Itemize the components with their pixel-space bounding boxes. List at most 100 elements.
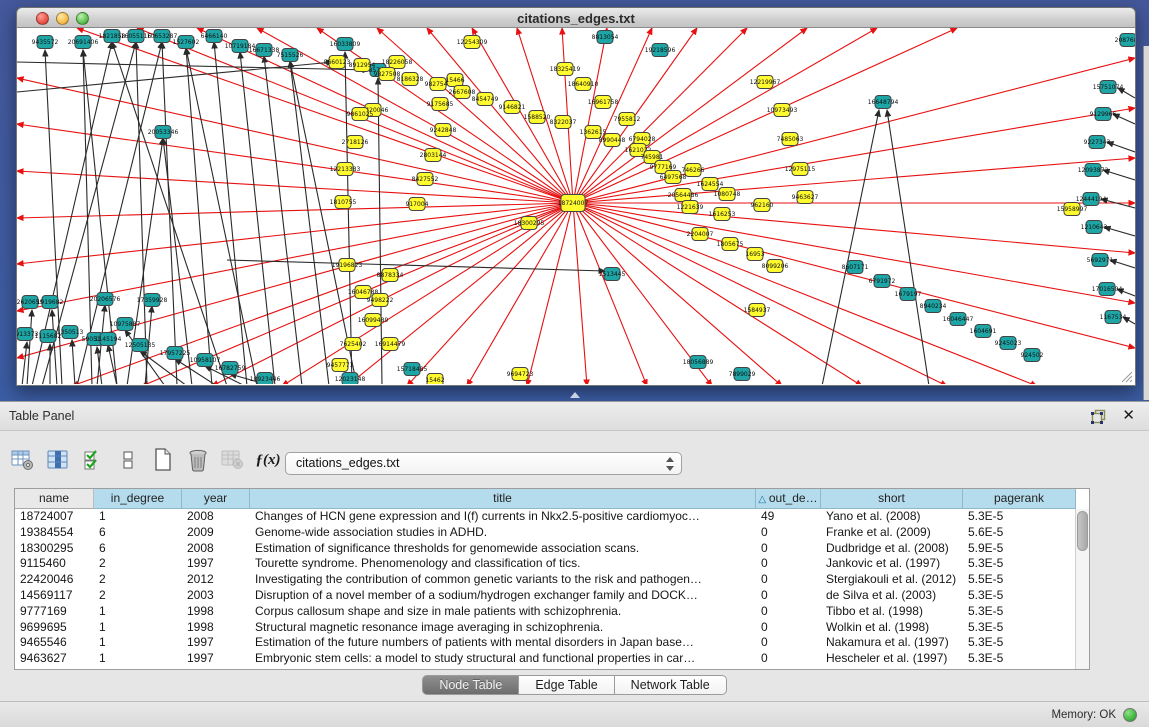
select-all-button[interactable] xyxy=(80,447,106,473)
graph-node[interactable]: 8099206 xyxy=(762,260,789,273)
graph-node[interactable]: 9227343 xyxy=(1084,136,1111,149)
panel-splitter[interactable] xyxy=(0,386,1149,401)
graph-node[interactable]: 1805675 xyxy=(717,238,744,251)
window-titlebar[interactable]: citations_edges.txt xyxy=(16,7,1136,28)
tab-node-table[interactable]: Node Table xyxy=(422,675,519,695)
graph-node[interactable]: 18640910 xyxy=(568,78,599,91)
graph-node[interactable]: 1584937 xyxy=(744,304,771,317)
tab-edge-table[interactable]: Edge Table xyxy=(519,675,614,695)
graph-node[interactable]: 8813054 xyxy=(592,31,619,44)
graph-node[interactable]: 1810755 xyxy=(330,196,357,209)
graph-node[interactable]: 8454749 xyxy=(472,93,499,106)
graph-node[interactable]: 20564486 xyxy=(668,189,699,202)
network-canvas[interactable]: 9435572206914061821858160551161065328715… xyxy=(16,28,1136,386)
table-row[interactable]: 1830029562008Estimation of significance … xyxy=(15,541,1089,557)
graph-node[interactable]: 16046447 xyxy=(943,313,974,326)
graph-node[interactable]: 20206576 xyxy=(90,293,121,306)
table-row[interactable]: 911546021997Tourette syndrome. Phenomeno… xyxy=(15,556,1089,572)
table-row[interactable]: 1456911722003Disruption of a novel membe… xyxy=(15,588,1089,604)
deselect-rows-button[interactable] xyxy=(115,447,141,473)
graph-node[interactable]: 2718126 xyxy=(342,136,369,149)
graph-node[interactable]: 2087682 xyxy=(1115,34,1135,47)
graph-node[interactable]: 9463627 xyxy=(792,191,819,204)
graph-node[interactable]: 924502 xyxy=(1021,349,1044,362)
table-scrollbar[interactable] xyxy=(1075,509,1089,669)
graph-node[interactable]: 1604691 xyxy=(970,325,997,338)
delete-row-button[interactable] xyxy=(185,447,211,473)
network-graph[interactable]: 9435572206914061821858160551161065328715… xyxy=(17,28,1135,384)
scrollbar-thumb[interactable] xyxy=(1077,511,1088,551)
close-panel-icon[interactable]: ✕ xyxy=(1122,406,1135,426)
graph-node[interactable]: 19196823 xyxy=(332,259,363,272)
graph-node[interactable]: 7899029 xyxy=(729,368,756,381)
graph-node[interactable]: 7515526 xyxy=(277,49,304,62)
column-header-short[interactable]: short xyxy=(821,489,963,509)
graph-node[interactable]: 15958997 xyxy=(1057,203,1088,216)
delete-table-button[interactable] xyxy=(220,447,246,473)
graph-node[interactable]: 17957225 xyxy=(160,347,191,360)
graph-node[interactable]: 16648794 xyxy=(868,96,899,109)
column-header-title[interactable]: title xyxy=(250,489,756,509)
float-panel-icon[interactable] xyxy=(1091,409,1107,424)
graph-node[interactable]: 17359928 xyxy=(137,294,168,307)
graph-node[interactable]: 18056889 xyxy=(683,356,714,369)
function-builder-button[interactable]: ƒ(x) xyxy=(255,447,281,473)
table-row[interactable]: 946554611997Estimation of the future num… xyxy=(15,635,1089,651)
graph-node[interactable]: 9694723 xyxy=(507,368,534,381)
graph-node[interactable]: 20053346 xyxy=(148,126,179,139)
window-resize-grip[interactable] xyxy=(1120,370,1133,383)
graph-node[interactable]: 9129966 xyxy=(1090,108,1117,121)
graph-node[interactable]: 8940234 xyxy=(920,300,947,313)
graph-node[interactable]: 1210643 xyxy=(1081,221,1108,234)
show-columns-button[interactable] xyxy=(45,447,71,473)
graph-node[interactable]: 12213383 xyxy=(330,163,361,176)
graph-node[interactable]: 16961758 xyxy=(588,96,619,109)
graph-node[interactable]: 1679197 xyxy=(895,288,922,301)
graph-node[interactable]: 1616253 xyxy=(709,208,736,221)
new-table-button[interactable] xyxy=(150,447,176,473)
graph-node[interactable]: 15462 xyxy=(425,374,444,385)
graph-node[interactable]: 9435572 xyxy=(32,36,59,49)
graph-node[interactable]: 16099489 xyxy=(358,314,389,327)
graph-node[interactable]: 1513445 xyxy=(599,268,626,281)
graph-node[interactable]: 9457771 xyxy=(327,359,354,372)
table-row[interactable]: 2242004622012Investigating the contribut… xyxy=(15,572,1089,588)
graph-node[interactable]: 19218596 xyxy=(645,44,676,57)
graph-node[interactable]: 12505135 xyxy=(125,339,156,352)
graph-node[interactable]: 8322037 xyxy=(550,116,577,129)
graph-node[interactable]: 15466 xyxy=(445,74,464,87)
graph-node[interactable]: 20691406 xyxy=(68,36,99,49)
table-row[interactable]: 969969511998Structural magnetic resonanc… xyxy=(15,620,1089,636)
graph-node[interactable]: 1167534 xyxy=(1100,311,1127,324)
graph-node[interactable]: 962160 xyxy=(751,199,774,212)
graph-node[interactable]: 12093872 xyxy=(1078,164,1109,177)
table-row[interactable]: 1938455462009Genome-wide association stu… xyxy=(15,525,1089,541)
table-row[interactable]: 977716911998Corpus callosum shape and si… xyxy=(15,604,1089,620)
graph-node[interactable]: 12975115 xyxy=(785,163,816,176)
column-header-pagerank[interactable]: pagerank xyxy=(963,489,1076,509)
graph-node[interactable]: 15751074 xyxy=(1093,81,1124,94)
graph-node[interactable]: 7625402 xyxy=(340,338,367,351)
graph-hub-node[interactable]: 18724007 xyxy=(558,195,589,212)
graph-node[interactable]: 9146821 xyxy=(499,101,526,114)
graph-node[interactable]: 15718485 xyxy=(397,363,428,376)
graph-node[interactable]: 16953 xyxy=(745,248,764,261)
table-settings-button[interactable] xyxy=(10,447,36,473)
column-header-out_degree[interactable]: △ out_de… xyxy=(756,489,821,509)
column-header-in_degree[interactable]: in_degree xyxy=(94,489,182,509)
graph-node[interactable]: 16914479 xyxy=(375,338,406,351)
graph-node[interactable]: 8186328 xyxy=(397,73,424,86)
graph-node[interactable]: 17016504 xyxy=(1092,283,1123,296)
graph-node[interactable]: 9245023 xyxy=(995,337,1022,350)
graph-node[interactable]: 7485063 xyxy=(777,133,804,146)
memory-status-indicator[interactable] xyxy=(1123,708,1137,722)
column-header-name[interactable]: name xyxy=(15,489,94,509)
table-row[interactable]: 946362711997Embryonic stem cells: a mode… xyxy=(15,651,1089,667)
table-row[interactable]: 1872400712008Changes of HCN gene express… xyxy=(15,509,1089,525)
table-selector-dropdown[interactable]: citations_edges.txt xyxy=(285,452,682,475)
tab-network-table[interactable]: Network Table xyxy=(615,675,727,695)
graph-node[interactable]: 7955812 xyxy=(614,113,641,126)
column-header-year[interactable]: year xyxy=(182,489,250,509)
graph-node[interactable]: 917004 xyxy=(406,198,429,211)
graph-node[interactable]: 5692971 xyxy=(1087,254,1114,267)
